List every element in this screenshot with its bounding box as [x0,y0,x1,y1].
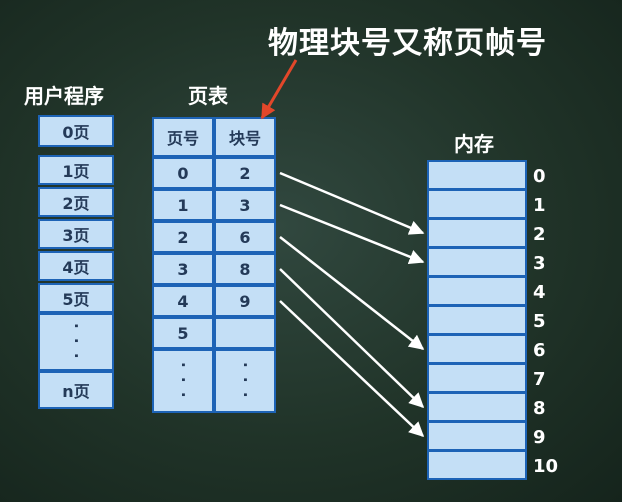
mapping-arrow-page-4 [279,300,425,438]
arrows-layer [260,59,425,438]
mapping-arrow-page-3 [279,268,425,409]
annotation-arrow [260,59,298,120]
mapping-arrow-page-0 [279,171,425,235]
